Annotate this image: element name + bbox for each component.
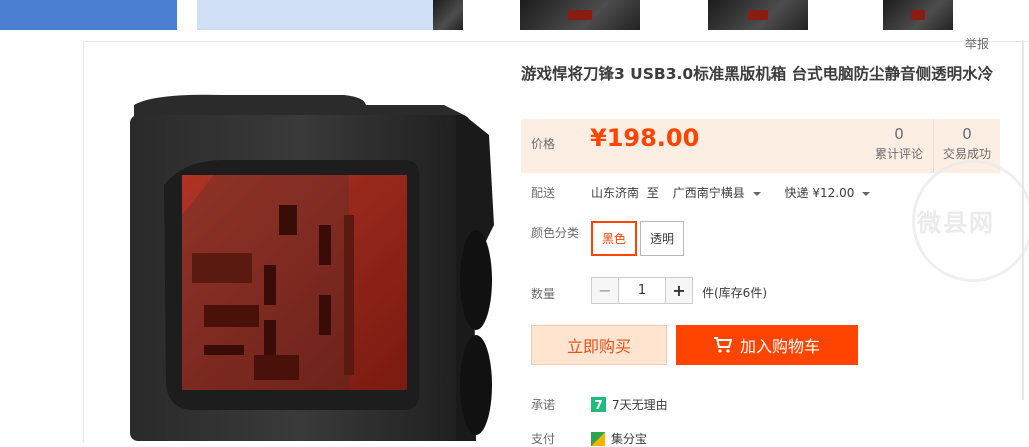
thumb-3[interactable] xyxy=(708,0,808,30)
quantity-input[interactable]: 1 xyxy=(619,277,665,304)
promise-text: 7天无理由 xyxy=(612,398,668,412)
review-count-label: 累计评论 xyxy=(874,147,923,161)
price-box: 价格 ¥198.00 0 累计评论 0 交易成功 xyxy=(521,119,1000,173)
cart-icon xyxy=(713,337,732,353)
quantity-plus-button[interactable]: + xyxy=(665,277,693,304)
caret-down-icon xyxy=(752,191,761,196)
sku-option-black[interactable]: 黑色 xyxy=(591,221,637,256)
sold-count: 0 xyxy=(962,125,972,143)
thumb-1[interactable] xyxy=(433,0,463,30)
promise-label: 承诺 xyxy=(531,398,556,412)
ship-method-selector[interactable]: 快递 ¥12.00 xyxy=(785,186,875,200)
sku-label: 颜色分类 xyxy=(531,226,580,240)
top-banner-blue[interactable] xyxy=(0,0,177,30)
report-link[interactable]: 举报 xyxy=(965,35,989,52)
quantity-minus-button[interactable]: − xyxy=(591,277,619,304)
promise-7-icon: 7 xyxy=(591,397,606,412)
product-image[interactable] xyxy=(104,65,504,441)
thumb-4[interactable] xyxy=(883,0,953,30)
add-to-cart-button[interactable]: 加入购物车 xyxy=(676,325,858,365)
buy-now-button[interactable]: 立即购买 xyxy=(531,325,667,365)
stock-text: 件(库存6件) xyxy=(702,286,767,300)
review-count: 0 xyxy=(894,125,904,143)
quantity-label: 数量 xyxy=(531,287,556,301)
price-value: ¥198.00 xyxy=(590,124,700,152)
review-count-stat[interactable]: 0 累计评论 xyxy=(866,119,932,173)
watermark-seal: 微县网 xyxy=(912,160,1029,282)
quantity-stepper: − 1 + xyxy=(591,277,693,304)
pay-icon xyxy=(591,431,605,446)
payment-label: 支付 xyxy=(531,432,556,446)
shipping-row: 山东济南 至 广西南宁横县 快递 ¥12.00 xyxy=(591,184,878,201)
pc-case-image xyxy=(130,94,494,441)
price-label: 价格 xyxy=(531,137,556,151)
top-banner-light[interactable] xyxy=(197,0,433,30)
ship-to-word: 至 xyxy=(646,186,659,200)
add-to-cart-label: 加入购物车 xyxy=(739,337,820,356)
ship-from: 山东济南 xyxy=(591,186,640,200)
promise-row[interactable]: 7 7天无理由 xyxy=(591,396,668,413)
ship-method: 快递 ¥12.00 xyxy=(784,186,855,200)
product-title[interactable]: 游戏悍将刀锋3 USB3.0标准黑版机箱 台式电脑防尘静音侧透明水冷 xyxy=(521,63,996,86)
ship-to: 广西南宁横县 xyxy=(672,186,745,200)
sku-option-label: 透明 xyxy=(649,232,674,246)
payment-row[interactable]: 集分宝 xyxy=(591,430,647,447)
thumb-2[interactable] xyxy=(520,0,640,30)
caret-down-icon xyxy=(862,191,871,196)
payment-text: 集分宝 xyxy=(611,432,648,446)
sku-option-transparent[interactable]: 透明 xyxy=(640,221,684,256)
shipping-label: 配送 xyxy=(531,186,556,200)
ship-to-selector[interactable]: 广西南宁横县 xyxy=(673,186,769,200)
watermark-text: 微县网 xyxy=(917,209,995,237)
sku-option-label: 黑色 xyxy=(601,232,626,246)
top-thumbnail-strip xyxy=(0,0,1029,30)
